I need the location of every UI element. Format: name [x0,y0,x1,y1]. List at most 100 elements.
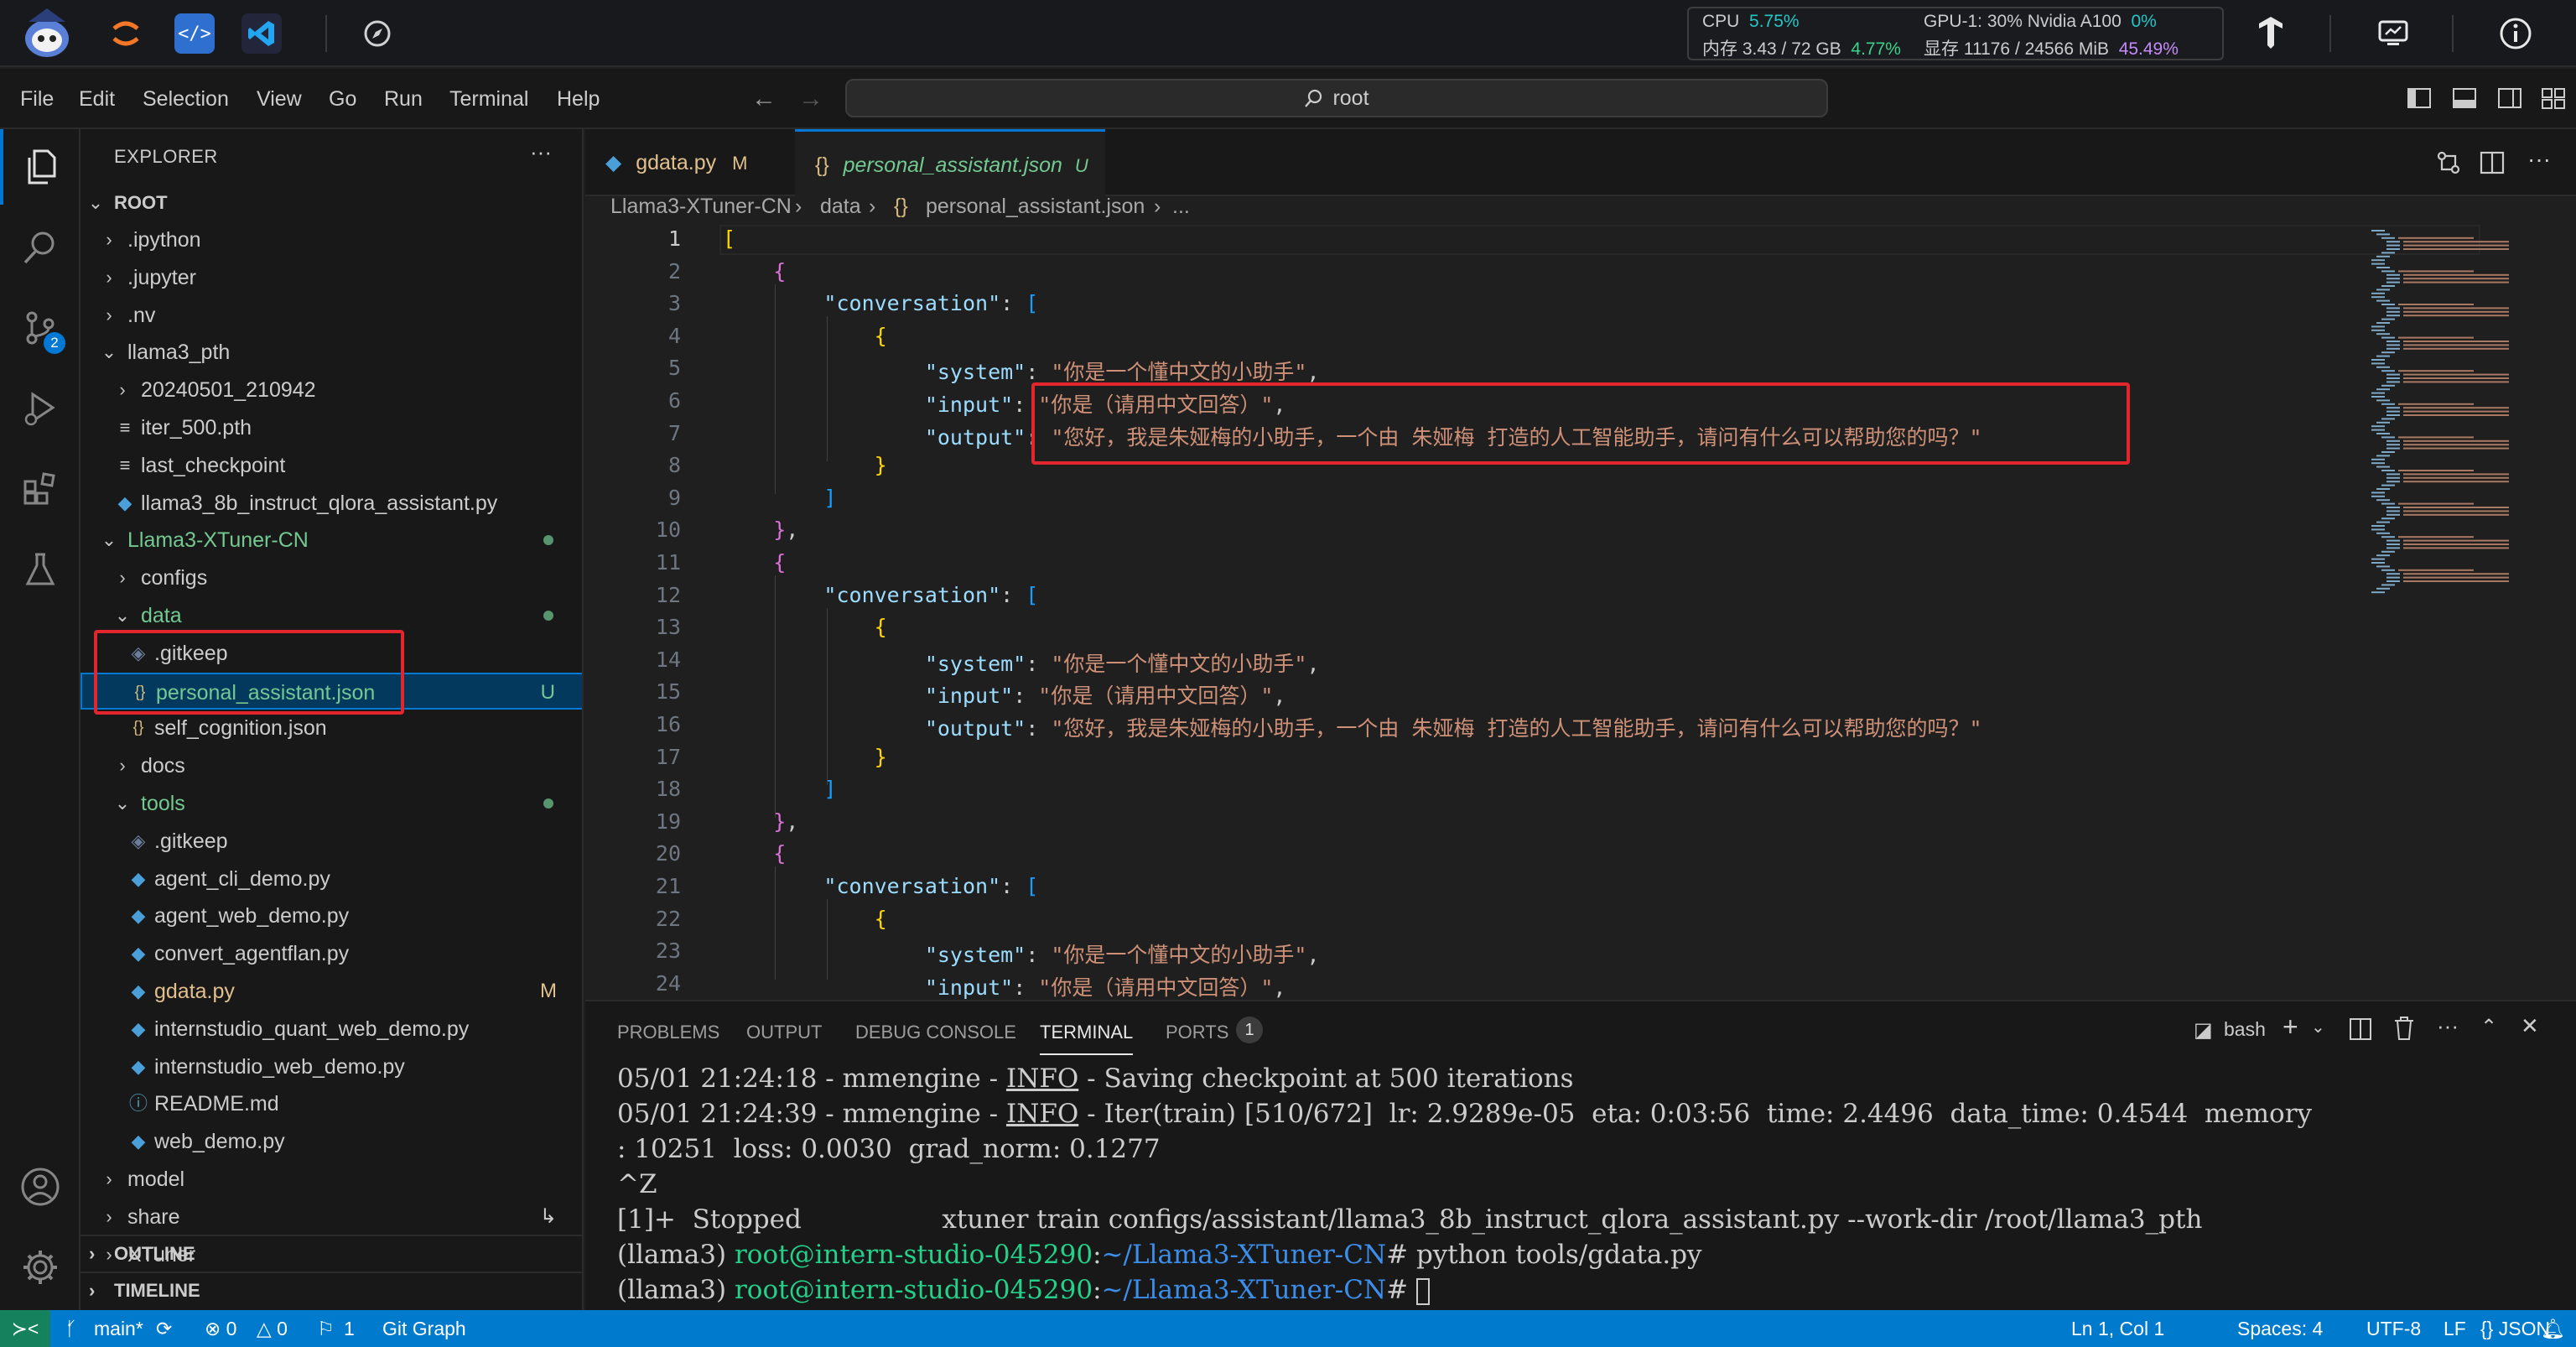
panel-more-icon[interactable]: ··· [2437,1013,2459,1039]
settings-gear-icon[interactable] [0,1230,80,1305]
jupyter-icon[interactable] [106,13,146,54]
tree-item[interactable]: ≡ iter_500.pth [80,409,582,446]
breadcrumb-data[interactable]: data [820,190,861,223]
tree-item[interactable]: ⌄ tools [80,785,582,822]
nav-back-icon[interactable]: ← [751,69,776,129]
errors-count[interactable]: ⊗ 0 [205,1310,236,1347]
tree-item[interactable]: › share ↳ [80,1199,582,1235]
source-control-icon[interactable]: 2 [0,290,80,366]
menu-edit[interactable]: Edit [79,69,115,129]
tab-problems[interactable]: PROBLEMS [617,1022,719,1043]
menu-selection[interactable]: Selection [143,69,229,129]
tree-item[interactable]: ◆ convert_agentflan.py [80,935,582,972]
tree-item[interactable]: › configs [80,559,582,596]
tree-item-label: internstudio_quant_web_demo.py [154,1017,470,1041]
tree-root[interactable]: ⌄ ROOT [80,185,582,221]
git-status-badge: U [540,680,555,704]
command-center-search[interactable]: root [845,79,1828,117]
end-of-line[interactable]: LF [2444,1310,2466,1347]
toggle-primary-sidebar-icon[interactable] [2407,86,2432,111]
open-changes-icon[interactable] [2435,149,2462,176]
tab-output[interactable]: OUTPUT [746,1022,822,1043]
split-editor-icon[interactable] [2479,149,2506,176]
menu-run[interactable]: Run [384,69,423,129]
maximize-panel-icon[interactable]: ⌃ [2480,1015,2497,1039]
terminal-shell-name[interactable]: bash [2224,1018,2266,1041]
tree-item[interactable]: ◆ llama3_8b_instruct_qlora_assistant.py [80,485,582,522]
tree-item[interactable]: › .nv [80,297,582,334]
breadcrumb-folder[interactable]: Llama3-XTuner-CN [610,190,792,223]
vscode-icon[interactable] [242,13,282,54]
tree-item[interactable]: ◈ .gitkeep [80,823,582,860]
indentation[interactable]: Spaces: 4 [2237,1310,2323,1347]
tree-item[interactable]: ◆ gdata.py M [80,973,582,1010]
compass-icon[interactable] [357,13,397,54]
tree-item[interactable]: ◆ internstudio_web_demo.py [80,1048,582,1085]
tensorflow-icon[interactable] [2251,13,2291,54]
close-panel-icon[interactable]: ✕ [2521,1013,2539,1039]
branch-name[interactable]: main* [94,1310,143,1347]
new-terminal-icon[interactable]: + [2283,1012,2298,1043]
editor-more-icon[interactable]: ··· [2527,146,2551,173]
remote-indicator-icon[interactable]: ≻< [0,1310,50,1347]
explorer-icon[interactable] [0,129,80,205]
search-view-icon[interactable] [0,210,80,285]
tree-item[interactable]: {} self_cognition.json [80,710,582,746]
tree-item[interactable]: ⌄ llama3_pth [80,334,582,371]
testing-flask-icon[interactable] [0,532,80,607]
tab-debug-console[interactable]: DEBUG CONSOLE [855,1022,1016,1043]
tab-gdata-py[interactable]: ◆ gdata.py M [585,129,793,196]
tree-item[interactable]: ◆ web_demo.py [80,1123,582,1160]
run-debug-icon[interactable] [0,371,80,446]
info-icon[interactable] [2496,13,2536,54]
cursor-position[interactable]: Ln 1, Col 1 [2071,1310,2164,1347]
tree-item[interactable]: ◆ agent_web_demo.py [80,897,582,934]
tree-item[interactable]: › docs [80,747,582,784]
tree-item[interactable]: › model [80,1161,582,1198]
toggle-secondary-sidebar-icon[interactable] [2497,86,2522,111]
breadcrumb-file[interactable]: personal_assistant.json [926,190,1145,223]
ports-forward-count[interactable]: 1 [344,1310,355,1347]
menu-go[interactable]: Go [329,69,356,129]
explorer-more-icon[interactable]: ··· [530,139,552,165]
tree-item[interactable]: ⌄ Llama3-XTuner-CN [80,522,582,559]
tree-item[interactable]: › .ipython [80,221,582,258]
tree-item-label: convert_agentflan.py [154,942,350,966]
menu-file[interactable]: File [20,69,54,129]
split-terminal-icon[interactable] [2348,1017,2373,1042]
breadcrumb-more[interactable]: ... [1172,190,1190,223]
tree-item[interactable]: › .jupyter [80,259,582,296]
kill-terminal-trash-icon[interactable] [2392,1015,2417,1042]
language-mode[interactable]: {} JSON [2480,1310,2550,1347]
code-editor[interactable]: 1 2 3 4 5 6 7 8 9 10 11 12 13 14 15 16 17 18 19 20 21 22 23 24 … [585,223,2576,1000]
terminal-dropdown-icon[interactable]: ⌄ [2311,1017,2325,1038]
git-graph-button[interactable]: Git Graph [382,1310,466,1347]
encoding[interactable]: UTF-8 [2366,1310,2421,1347]
tab-ports[interactable]: PORTS [1166,1022,1228,1043]
tree-item[interactable]: ≡ last_checkpoint [80,447,582,484]
notifications-bell-icon[interactable]: 🔔︎ [2541,1310,2565,1347]
minimap[interactable] [2358,223,2568,1000]
menu-terminal[interactable]: Terminal [449,69,528,129]
extensions-icon[interactable] [0,451,80,527]
monitor-icon[interactable] [2373,13,2413,54]
nav-forward-icon[interactable]: → [798,69,823,129]
toggle-panel-icon[interactable] [2452,86,2477,111]
menu-help[interactable]: Help [557,69,600,129]
sync-icon[interactable]: ⟳ [156,1310,172,1347]
tree-item[interactable]: ◆ agent_cli_demo.py [80,861,582,897]
tree-item[interactable]: ⓘ README.md [80,1085,582,1122]
customize-layout-icon[interactable] [2541,86,2566,111]
tree-item[interactable]: ⌄ data [80,597,582,634]
warnings-count[interactable]: △ 0 [257,1310,288,1347]
tab-personal-assistant-json[interactable]: {} personal_assistant.json U ✕ [795,129,1105,245]
account-icon[interactable] [0,1149,80,1225]
terminal-prompt-line[interactable]: (llama3) root@intern-studio-045290:~/Lla… [617,1275,1430,1305]
timeline-section[interactable]: › TIMELINE [80,1272,582,1308]
tab-terminal[interactable]: TERMINAL [1040,1022,1134,1055]
menu-view[interactable]: View [257,69,302,129]
tree-item[interactable]: ◆ internstudio_quant_web_demo.py [80,1011,582,1048]
outline-section[interactable]: › OUTLINE [80,1235,582,1272]
code-editor-icon[interactable]: </> [174,13,215,54]
tree-item[interactable]: › 20240501_210942 [80,372,582,408]
